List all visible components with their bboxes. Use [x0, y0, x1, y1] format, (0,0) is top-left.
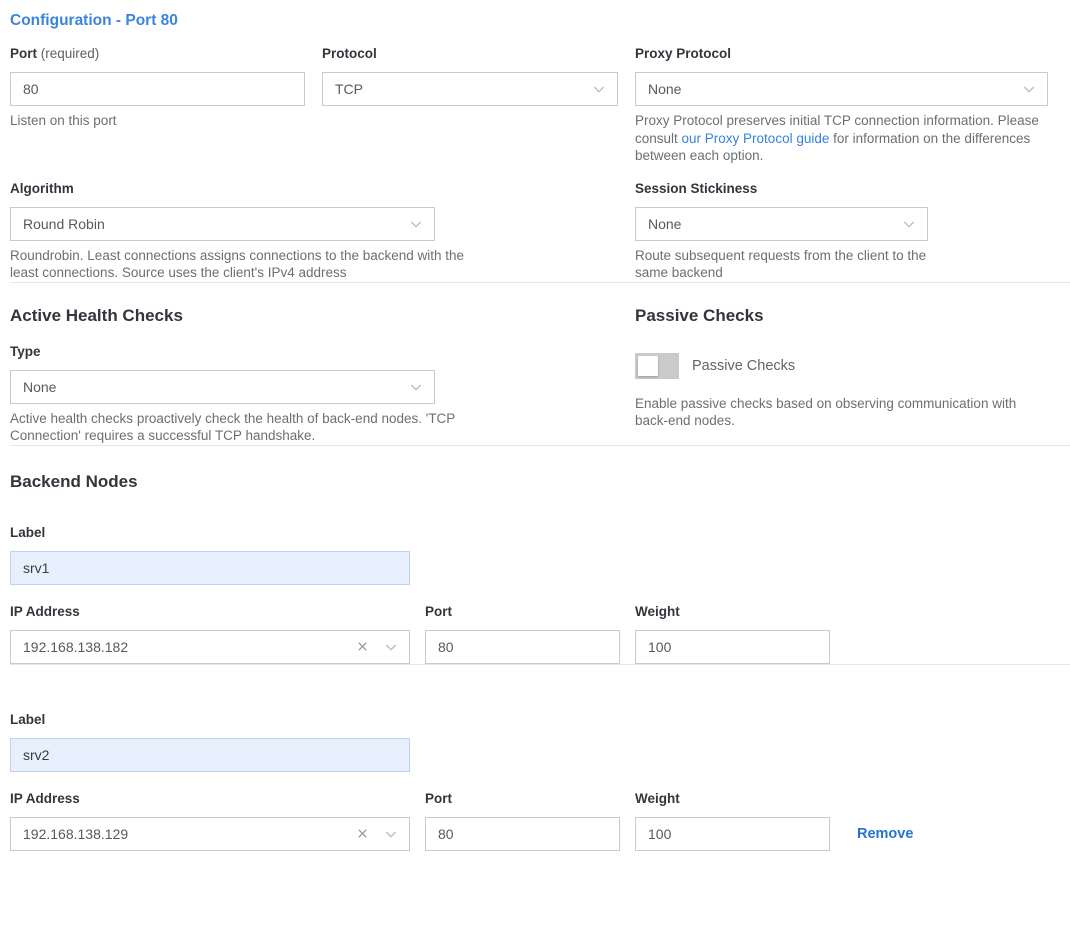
node-port-input[interactable]: [425, 630, 620, 664]
proxy-protocol-label: Proxy Protocol: [635, 47, 1048, 61]
chevron-down-icon: [1021, 81, 1037, 97]
backend-nodes-heading: Backend Nodes: [10, 471, 1048, 492]
port-label: Port (required): [10, 47, 322, 61]
health-check-type-helper: Active health checks proactively check t…: [10, 410, 472, 445]
backend-node-2: Label IP Address 192.168.138.129 Port We…: [10, 713, 1048, 851]
node-address-row: IP Address 192.168.138.129 Port Weight R…: [10, 792, 1048, 851]
node-port-label: Port: [425, 605, 635, 619]
node-weight-input[interactable]: [635, 630, 830, 664]
session-stickiness-value: None: [648, 216, 901, 232]
proxy-protocol-value: None: [648, 81, 1021, 97]
field-node-label: Label: [10, 713, 1048, 772]
section-divider: [10, 445, 1070, 446]
remove-node-container: Remove: [857, 817, 913, 851]
section-divider: [10, 282, 1070, 283]
configuration-panel: Configuration - Port 80 Port (required) …: [0, 0, 1070, 938]
type-label: Type: [10, 345, 635, 359]
node-ip-label: IP Address: [10, 792, 425, 806]
session-stickiness-label: Session Stickiness: [635, 182, 1048, 196]
algorithm-select[interactable]: Round Robin: [10, 207, 435, 241]
node-divider: [10, 664, 1070, 665]
row-health-checks: Active Health Checks Type None Active he…: [10, 305, 1048, 445]
active-health-checks-section: Active Health Checks Type None Active he…: [10, 305, 635, 445]
passive-checks-helper: Enable passive checks based on observing…: [635, 395, 1048, 430]
chevron-down-icon[interactable]: [383, 826, 399, 842]
chevron-down-icon[interactable]: [383, 639, 399, 655]
row-algorithm-stickiness: Algorithm Round Robin Roundrobin. Least …: [10, 182, 1048, 282]
chevron-down-icon: [408, 379, 424, 395]
field-node-port: Port: [425, 792, 635, 851]
field-node-ip: IP Address 192.168.138.182: [10, 605, 425, 664]
field-node-weight: Weight: [635, 792, 830, 851]
port-required-note: (required): [41, 46, 100, 61]
field-port: Port (required) Listen on this port: [10, 47, 322, 165]
algorithm-value: Round Robin: [23, 216, 408, 232]
field-node-ip: IP Address 192.168.138.129: [10, 792, 425, 851]
protocol-select[interactable]: TCP: [322, 72, 618, 106]
field-node-weight: Weight: [635, 605, 830, 664]
protocol-value: TCP: [335, 81, 591, 97]
proxy-protocol-helper: Proxy Protocol preserves initial TCP con…: [635, 112, 1048, 165]
clear-icon[interactable]: [355, 639, 370, 654]
session-stickiness-select[interactable]: None: [635, 207, 928, 241]
passive-checks-toggle[interactable]: [635, 353, 679, 379]
chevron-down-icon: [591, 81, 607, 97]
node-address-row: IP Address 192.168.138.182 Port Weight: [10, 605, 1048, 664]
field-node-label: Label: [10, 526, 1048, 585]
algorithm-label: Algorithm: [10, 182, 635, 196]
field-health-check-type: Type None Active health checks proactive…: [10, 345, 635, 445]
field-protocol: Protocol TCP: [322, 47, 635, 165]
node-weight-label: Weight: [635, 792, 830, 806]
row-port-protocol: Port (required) Listen on this port Prot…: [10, 47, 1048, 165]
passive-checks-heading: Passive Checks: [635, 305, 1048, 326]
passive-checks-toggle-label: Passive Checks: [692, 358, 795, 374]
field-node-port: Port: [425, 605, 635, 664]
port-input[interactable]: [10, 72, 305, 106]
remove-node-button[interactable]: Remove: [857, 826, 913, 842]
node-ip-combobox[interactable]: 192.168.138.129: [10, 817, 410, 851]
node-ip-value: 192.168.138.129: [23, 826, 355, 842]
node-weight-input[interactable]: [635, 817, 830, 851]
node-label-label: Label: [10, 526, 1048, 540]
passive-checks-toggle-row: Passive Checks: [635, 353, 1048, 379]
field-session-stickiness: Session Stickiness None Route subsequent…: [635, 182, 1048, 282]
backend-node-1: Label IP Address 192.168.138.182 Port We…: [10, 526, 1048, 664]
node-label-label: Label: [10, 713, 1048, 727]
node-label-input[interactable]: [10, 551, 410, 585]
protocol-label: Protocol: [322, 47, 635, 61]
session-stickiness-helper: Route subsequent requests from the clien…: [635, 247, 935, 282]
proxy-protocol-select[interactable]: None: [635, 72, 1048, 106]
field-proxy-protocol: Proxy Protocol None Proxy Protocol prese…: [635, 47, 1048, 165]
chevron-down-icon: [901, 216, 917, 232]
node-ip-value: 192.168.138.182: [23, 639, 355, 655]
node-ip-label: IP Address: [10, 605, 425, 619]
health-check-type-select[interactable]: None: [10, 370, 435, 404]
chevron-down-icon: [408, 216, 424, 232]
page-title: Configuration - Port 80: [10, 11, 1048, 30]
port-helper: Listen on this port: [10, 112, 322, 130]
clear-icon[interactable]: [355, 826, 370, 841]
node-ip-combobox[interactable]: 192.168.138.182: [10, 630, 410, 664]
field-algorithm: Algorithm Round Robin Roundrobin. Least …: [10, 182, 635, 282]
active-health-checks-heading: Active Health Checks: [10, 305, 635, 326]
algorithm-helper: Roundrobin. Least connections assigns co…: [10, 247, 488, 282]
node-port-label: Port: [425, 792, 635, 806]
node-label-input[interactable]: [10, 738, 410, 772]
node-weight-label: Weight: [635, 605, 830, 619]
passive-checks-section: Passive Checks Passive Checks Enable pas…: [635, 305, 1048, 445]
proxy-protocol-guide-link[interactable]: our Proxy Protocol guide: [682, 131, 830, 146]
toggle-knob-icon: [638, 356, 658, 376]
node-port-input[interactable]: [425, 817, 620, 851]
health-check-type-value: None: [23, 379, 408, 395]
